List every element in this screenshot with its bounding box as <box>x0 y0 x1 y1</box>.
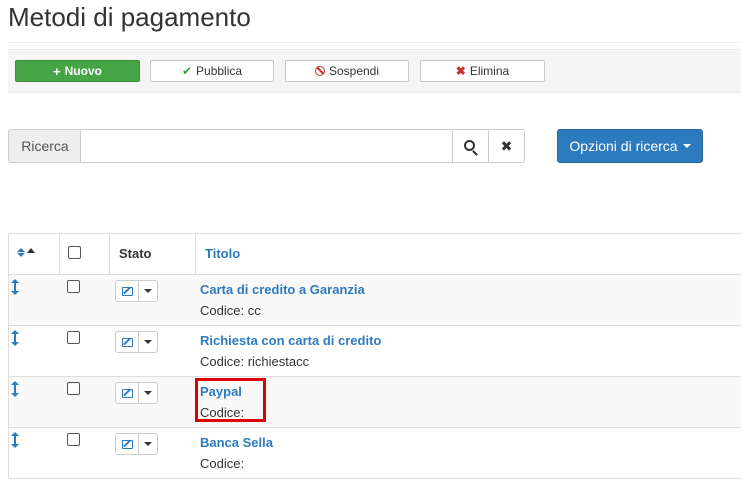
drag-handle-icon[interactable] <box>11 330 19 346</box>
select-all-header <box>59 234 109 274</box>
edit-button[interactable] <box>115 433 139 455</box>
edit-icon <box>121 388 133 398</box>
table-row: Banca Sella Codice: <box>8 428 741 479</box>
ban-icon <box>314 66 325 76</box>
publish-button[interactable]: ✔ Pubblica <box>150 60 274 82</box>
item-title-link[interactable]: Richiesta con carta di credito <box>200 333 381 348</box>
payment-methods-table: Stato Titolo Carta di credito a Garanzia… <box>8 233 741 479</box>
search-options-button[interactable]: Opzioni di ricerca <box>557 129 703 163</box>
caret-down-icon <box>144 442 152 446</box>
row-checkbox[interactable] <box>67 331 80 344</box>
state-dropdown-button[interactable] <box>139 433 158 455</box>
item-code: Codice: <box>200 405 245 420</box>
state-button-group <box>115 433 158 455</box>
suspend-button-label: Sospendi <box>328 64 380 78</box>
edit-button[interactable] <box>115 382 139 404</box>
clear-search-button[interactable]: ✖ <box>488 129 525 163</box>
state-button-group <box>115 280 158 302</box>
state-header: Stato <box>109 234 195 274</box>
title-header[interactable]: Titolo <box>195 234 741 274</box>
check-icon: ✔ <box>181 64 193 78</box>
plus-icon: + <box>53 63 61 79</box>
delete-button-label: Elimina <box>469 64 510 78</box>
item-title-link[interactable]: Banca Sella <box>200 435 273 450</box>
search-label: Ricerca <box>8 129 81 163</box>
caret-down-icon <box>682 144 691 148</box>
sort-icon <box>17 248 35 257</box>
row-checkbox[interactable] <box>67 382 80 395</box>
search-button[interactable] <box>452 129 489 163</box>
state-header-label: Stato <box>119 246 152 261</box>
edit-button[interactable] <box>115 280 139 302</box>
caret-down-icon <box>144 391 152 395</box>
drag-handle-icon[interactable] <box>11 432 19 448</box>
publish-button-label: Pubblica <box>196 64 243 78</box>
new-button-label: Nuovo <box>64 64 102 78</box>
drag-handle-icon[interactable] <box>11 279 19 295</box>
caret-down-icon <box>144 340 152 344</box>
search-icon <box>464 139 475 151</box>
edit-button[interactable] <box>115 331 139 353</box>
page-title: Metodi di pagamento <box>8 2 251 32</box>
table-header: Stato Titolo <box>8 234 741 275</box>
table-row: Paypal Codice: <box>8 377 741 428</box>
search-options-label: Opzioni di ricerca <box>569 138 678 154</box>
edit-icon <box>121 439 133 449</box>
suspend-button[interactable]: Sospendi <box>285 60 409 82</box>
edit-icon <box>121 286 133 296</box>
new-button[interactable]: + Nuovo <box>15 60 140 82</box>
table-row: Richiesta con carta di credito Codice: r… <box>8 326 741 377</box>
state-dropdown-button[interactable] <box>139 331 158 353</box>
select-all-checkbox[interactable] <box>68 246 81 259</box>
item-title-link[interactable]: Paypal <box>200 384 242 399</box>
item-code: Codice: cc <box>200 303 261 318</box>
delete-button[interactable]: ✖ Elimina <box>420 60 545 82</box>
state-button-group <box>115 331 158 353</box>
row-checkbox[interactable] <box>67 433 80 446</box>
caret-down-icon <box>144 289 152 293</box>
times-icon: ✖ <box>455 64 466 78</box>
state-dropdown-button[interactable] <box>139 280 158 302</box>
state-button-group <box>115 382 158 404</box>
state-dropdown-button[interactable] <box>139 382 158 404</box>
item-code: Codice: <box>200 456 245 471</box>
title-header-label[interactable]: Titolo <box>205 246 240 261</box>
drag-handle-icon[interactable] <box>11 381 19 397</box>
table-row: Carta di credito a Garanzia Codice: cc <box>8 275 741 326</box>
row-checkbox[interactable] <box>67 280 80 293</box>
title-divider <box>8 42 741 43</box>
toolbar: + Nuovo ✔ Pubblica Sospendi ✖ Elimina <box>8 49 741 93</box>
edit-icon <box>121 337 133 347</box>
clear-icon: ✖ <box>500 137 513 154</box>
item-title-link[interactable]: Carta di credito a Garanzia <box>200 282 365 297</box>
search-input[interactable] <box>80 129 453 163</box>
item-code: Codice: richiestacc <box>200 354 310 369</box>
ordering-header[interactable] <box>9 234 59 274</box>
